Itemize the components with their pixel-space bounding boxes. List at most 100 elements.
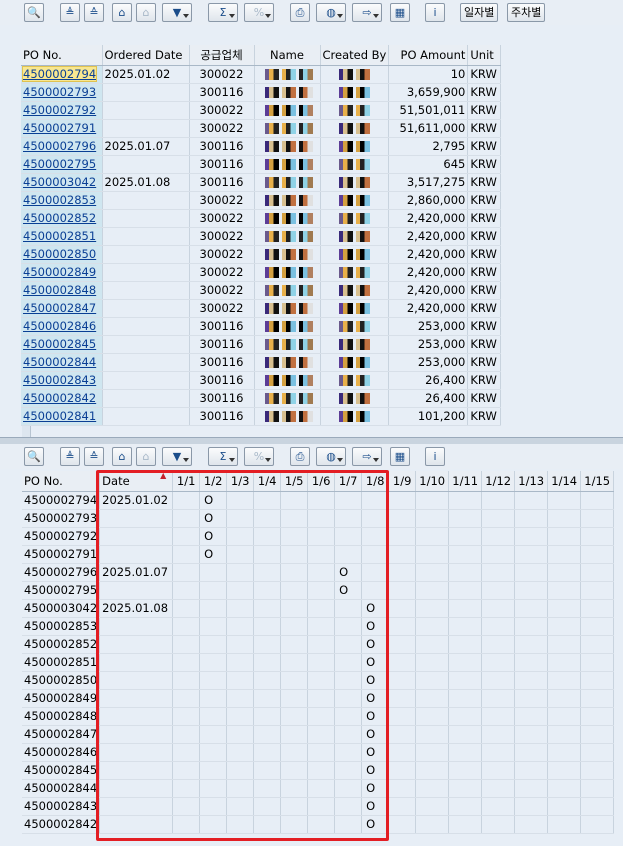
po-number-cell[interactable]: 4500002794 (21, 65, 103, 84)
table-row[interactable]: 4500002791 300022 51,611,000 KRW (21, 119, 502, 138)
info-icon[interactable]: i (425, 3, 445, 22)
po-number-cell[interactable]: 4500002842 (21, 389, 103, 408)
table-row[interactable]: 4500002847 O (22, 725, 615, 744)
day-column-header[interactable]: 1/9 (388, 471, 417, 492)
table-row[interactable]: 4500002841 300116 101,200 KRW (21, 407, 502, 426)
table-row[interactable]: 4500002848 O (22, 707, 615, 726)
po-number-link[interactable]: 4500002841 (23, 409, 96, 423)
table-row[interactable]: 4500002795 300116 645 KRW (21, 155, 502, 174)
table-row[interactable]: 4500002853 300022 2,860,000 KRW (21, 191, 502, 210)
po-number-link[interactable]: 4500003042 (23, 175, 96, 189)
po-number-link[interactable]: 4500002794 (21, 66, 98, 82)
column-header[interactable]: PO No.▲ (21, 45, 103, 66)
sort-descending-icon[interactable]: ≙ (84, 447, 104, 466)
sort-ascending-icon[interactable]: ≜ (60, 447, 80, 466)
table-row[interactable]: 4500002850 300022 2,420,000 KRW (21, 245, 502, 264)
po-number-cell[interactable]: 4500002791 (21, 119, 103, 138)
po-number-link[interactable]: 4500002842 (23, 391, 96, 405)
info-icon[interactable]: i (425, 447, 445, 466)
details-icon[interactable]: 🔍 (24, 3, 44, 22)
po-number-link[interactable]: 4500002791 (23, 121, 96, 135)
column-header[interactable]: PO Amount (388, 45, 469, 66)
po-number-cell[interactable]: 4500002852 (21, 209, 103, 228)
date-column-header[interactable]: Date ▲ (99, 471, 174, 492)
export-icon[interactable]: ⇨ (352, 447, 382, 466)
po-number-link[interactable]: 4500002844 (23, 355, 96, 369)
column-header[interactable]: Ordered Date (102, 45, 190, 66)
po-number-cell[interactable]: 4500002841 (21, 407, 103, 426)
day-column-header[interactable]: 1/4 (253, 471, 282, 492)
po-number-link[interactable]: 4500002851 (23, 229, 96, 243)
table-row[interactable]: 4500002791 O (22, 545, 615, 564)
po-number-link[interactable]: 4500002849 (23, 265, 96, 279)
table-row[interactable]: 4500002845 O (22, 761, 615, 780)
daily-view-button[interactable]: 일자별 (460, 3, 499, 22)
day-column-header[interactable]: 1/8 (361, 471, 390, 492)
po-number-link[interactable]: 4500002850 (23, 247, 96, 261)
day-column-header[interactable]: 1/15 (580, 471, 615, 492)
column-header[interactable]: Unit (467, 45, 502, 66)
day-column-header[interactable]: 1/1 (172, 471, 201, 492)
views-icon[interactable]: ◍ (316, 447, 346, 466)
po-number-cell[interactable]: 4500002843 (21, 371, 103, 390)
po-number-link[interactable]: 4500002853 (23, 193, 96, 207)
po-number-cell[interactable]: 4500002792 (21, 101, 103, 120)
find-next-icon[interactable]: ⌂ (136, 447, 156, 466)
sort-ascending-icon[interactable]: ≜ (60, 3, 80, 22)
po-number-cell[interactable]: 4500002847 (21, 299, 103, 318)
day-column-header[interactable]: 1/11 (448, 471, 483, 492)
sum-icon[interactable]: Σ (208, 447, 238, 466)
day-column-header[interactable]: 1/5 (280, 471, 309, 492)
table-row[interactable]: 4500002795 O (22, 581, 615, 600)
column-header[interactable]: 공급업체 (189, 45, 255, 66)
table-row[interactable]: 4500002848 300022 2,420,000 KRW (21, 281, 502, 300)
po-number-link[interactable]: 4500002843 (23, 373, 96, 387)
table-row[interactable]: 4500002853 O (22, 617, 615, 636)
column-header[interactable]: Created By (320, 45, 390, 66)
po-number-link[interactable]: 4500002795 (23, 157, 96, 171)
find-next-icon[interactable]: ⌂ (136, 3, 156, 22)
day-column-header[interactable]: 1/3 (226, 471, 255, 492)
table-row[interactable]: 4500002842 300116 26,400 KRW (21, 389, 502, 408)
views-icon[interactable]: ◍ (316, 3, 346, 22)
po-number-link[interactable]: 4500002846 (23, 319, 96, 333)
table-row[interactable]: 4500002843 300116 26,400 KRW (21, 371, 502, 390)
po-number-cell[interactable]: 4500002853 (21, 191, 103, 210)
day-column-header[interactable]: 1/6 (307, 471, 336, 492)
po-number-cell[interactable]: 4500002845 (21, 335, 103, 354)
table-row[interactable]: 4500002796 2025.01.07 300116 2,795 KRW (21, 137, 502, 156)
po-number-cell[interactable]: 4500002795 (21, 155, 103, 174)
po-number-cell[interactable]: 4500002844 (21, 353, 103, 372)
filter-icon[interactable]: ▼ (162, 3, 192, 22)
day-column-header[interactable]: 1/7 (334, 471, 363, 492)
table-row[interactable]: 4500002846 O (22, 743, 615, 762)
po-number-cell[interactable]: 4500002848 (21, 281, 103, 300)
find-icon[interactable]: ⌂ (112, 3, 132, 22)
sum-icon[interactable]: Σ (208, 3, 238, 22)
find-icon[interactable]: ⌂ (112, 447, 132, 466)
table-row[interactable]: 4500002849 O (22, 689, 615, 708)
po-number-link[interactable]: 4500002852 (23, 211, 96, 225)
day-column-header[interactable]: 1/2 (199, 471, 228, 492)
table-row[interactable]: 4500002851 O (22, 653, 615, 672)
details-icon[interactable]: 🔍 (24, 447, 44, 466)
po-number-cell[interactable]: 4500002793 (21, 83, 103, 102)
day-column-header[interactable]: 1/14 (547, 471, 582, 492)
table-row[interactable]: 4500002851 300022 2,420,000 KRW (21, 227, 502, 246)
table-row[interactable]: 4500002842 O (22, 815, 615, 834)
po-column-header[interactable]: PO No. (22, 471, 101, 492)
print-icon[interactable]: ⎙ (290, 3, 310, 22)
subtotal-icon[interactable]: % (244, 3, 274, 22)
table-row[interactable]: 4500002843 O (22, 797, 615, 816)
po-number-cell[interactable]: 4500002796 (21, 137, 103, 156)
subtotal-icon[interactable]: % (244, 447, 274, 466)
table-row[interactable]: 4500002849 300022 2,420,000 KRW (21, 263, 502, 282)
day-column-header[interactable]: 1/13 (514, 471, 549, 492)
table-row[interactable]: 4500002852 300022 2,420,000 KRW (21, 209, 502, 228)
table-row[interactable]: 4500002792 O (22, 527, 615, 546)
table-row[interactable]: 4500002794 2025.01.02 O (22, 491, 615, 510)
table-row[interactable]: 4500002847 300022 2,420,000 KRW (21, 299, 502, 318)
po-number-cell[interactable]: 4500002846 (21, 317, 103, 336)
filter-icon[interactable]: ▼ (162, 447, 192, 466)
po-number-link[interactable]: 4500002796 (23, 139, 96, 153)
